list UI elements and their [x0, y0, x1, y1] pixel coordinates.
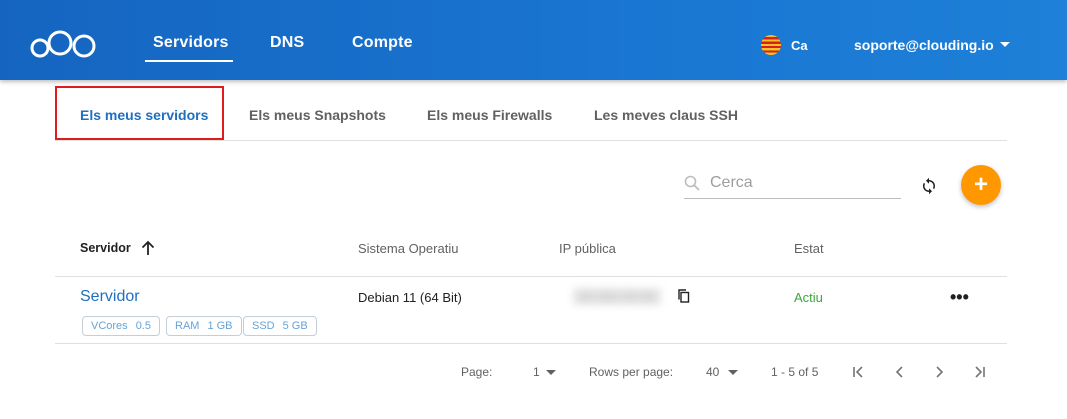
- nav-dns[interactable]: DNS: [270, 34, 304, 52]
- chip-ram: RAM 1 GB: [166, 316, 242, 336]
- search-underline: [684, 198, 901, 199]
- page-select[interactable]: 1: [533, 365, 540, 379]
- public-ip-blurred: 00.000.00.00: [573, 288, 661, 305]
- tab-els-meus-snapshots[interactable]: Els meus Snapshots: [249, 107, 386, 123]
- page-chevron-down-icon[interactable]: [546, 370, 556, 375]
- next-page-icon[interactable]: [930, 363, 948, 381]
- first-page-icon[interactable]: [850, 363, 868, 381]
- more-actions-icon[interactable]: •••: [950, 287, 969, 308]
- chip-label: SSD: [252, 320, 275, 332]
- chip-value: 1 GB: [207, 320, 233, 332]
- last-page-icon[interactable]: [970, 363, 988, 381]
- copy-icon[interactable]: [677, 289, 691, 303]
- language-selector[interactable]: Ca: [791, 38, 808, 53]
- search-icon: [684, 175, 700, 191]
- tabs-divider: [55, 140, 1007, 141]
- clouding-logo-icon[interactable]: [30, 28, 98, 58]
- nav-compte[interactable]: Compte: [352, 34, 413, 52]
- operating-system: Debian 11 (64 Bit): [358, 290, 462, 305]
- table-row-divider: [55, 343, 1007, 344]
- column-header-estat[interactable]: Estat: [794, 241, 824, 256]
- pagination-range: 1 - 5 of 5: [771, 365, 819, 379]
- chip-value: 0.5: [135, 320, 151, 332]
- top-bar: Servidors DNS Compte Ca soporte@clouding…: [0, 0, 1067, 80]
- chip-ssd: SSD 5 GB: [243, 316, 317, 336]
- user-menu[interactable]: soporte@clouding.io: [854, 37, 994, 53]
- column-header-ip-publica[interactable]: IP pública: [559, 241, 616, 256]
- rows-per-page-select[interactable]: 40: [706, 365, 719, 379]
- nav-servidors[interactable]: Servidors: [153, 34, 229, 52]
- chip-label: VCores: [91, 320, 128, 332]
- chip-label: RAM: [175, 320, 200, 332]
- nav-active-indicator: [145, 60, 233, 62]
- table-header-divider: [55, 276, 1007, 277]
- refresh-icon: [923, 177, 935, 195]
- chip-vcores: VCores 0.5: [82, 316, 160, 336]
- tab-els-meus-firewalls[interactable]: Els meus Firewalls: [427, 107, 552, 123]
- tab-els-meus-servidors[interactable]: Els meus servidors: [80, 107, 208, 123]
- column-header-sistema-operatiu[interactable]: Sistema Operatiu: [358, 241, 458, 256]
- server-name-link[interactable]: Servidor: [80, 288, 140, 306]
- catalan-flag-icon[interactable]: [761, 35, 781, 55]
- chip-value: 5 GB: [282, 320, 308, 332]
- add-server-button[interactable]: +: [961, 165, 1001, 205]
- status-badge: Actiu: [794, 290, 823, 305]
- chevron-down-icon[interactable]: [1000, 42, 1010, 47]
- previous-page-icon[interactable]: [891, 363, 909, 381]
- sort-arrow-up-icon[interactable]: [139, 239, 157, 257]
- refresh-button[interactable]: [918, 175, 940, 197]
- search-input[interactable]: [710, 170, 900, 196]
- tab-les-meves-claus-ssh[interactable]: Les meves claus SSH: [594, 107, 738, 123]
- column-header-servidor[interactable]: Servidor: [80, 241, 131, 255]
- page-label: Page:: [461, 365, 493, 379]
- rows-chevron-down-icon[interactable]: [728, 370, 738, 375]
- rows-per-page-label: Rows per page:: [589, 365, 674, 379]
